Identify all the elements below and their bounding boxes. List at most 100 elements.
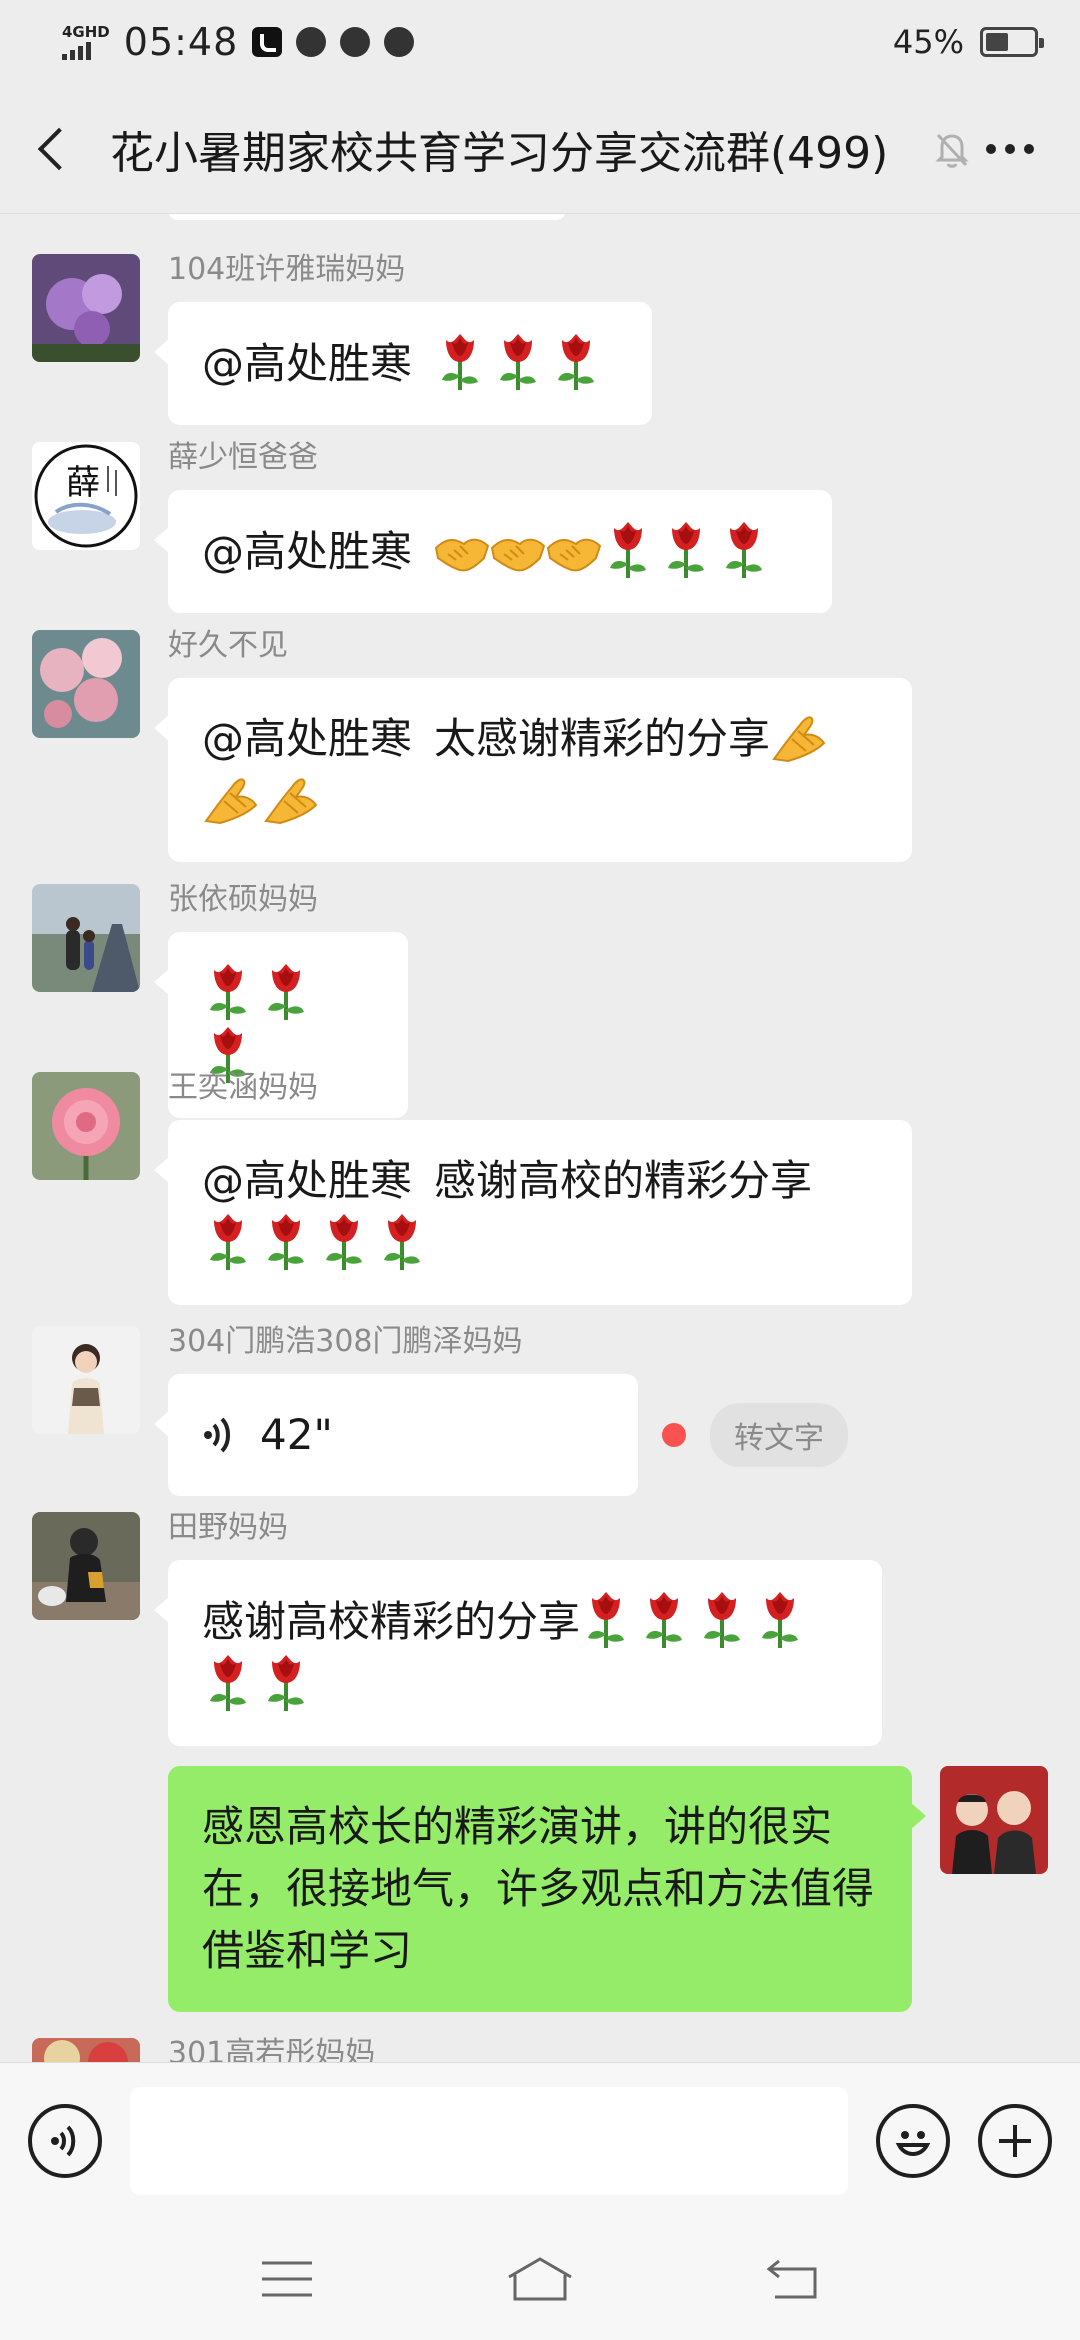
network-label: 4GHD (62, 22, 110, 41)
cloud-icon (384, 27, 415, 57)
rose-icon (718, 520, 770, 580)
message-item: 304门鹏浩308门鹏泽妈妈 42" 转文字 (32, 1326, 848, 1496)
avatar[interactable]: 薛 (32, 442, 140, 550)
input-bar (0, 2062, 1080, 2218)
praying-hands-icon (262, 773, 320, 825)
sender-name: 好久不见 (168, 628, 288, 663)
message-item: 王奕涵妈妈 @高处胜寒 感谢高校的精彩分享 (32, 1072, 912, 1305)
message-input[interactable] (130, 2086, 848, 2195)
sender-name: 301高若彤妈妈 (168, 2036, 376, 2063)
mention-text: @高处胜寒 (202, 1156, 413, 1205)
mute-bell-icon (930, 127, 974, 171)
rose-icon (434, 332, 486, 392)
avatar[interactable] (32, 1512, 140, 1620)
message-bubble[interactable]: @高处胜寒 (154, 302, 652, 425)
my-avatar[interactable] (940, 1766, 1048, 1874)
voice-input-button[interactable] (28, 2103, 102, 2178)
chat-header: 花小暑期家校共育学习分享交流群(499) (0, 84, 1080, 214)
status-bar: 4GHD 05:48 45% (0, 0, 1080, 84)
avatar[interactable] (32, 254, 140, 362)
rose-icon (638, 1590, 690, 1650)
chat-title: 花小暑期家校共育学习分享交流群(499) (110, 127, 889, 179)
sender-name: 田野妈妈 (168, 1510, 288, 1545)
avatar[interactable] (32, 1326, 140, 1434)
rose-icon (202, 1212, 254, 1272)
message-text: 感恩高校长的精彩演讲，讲的很实在，很接地气，许多观点和方法值得借鉴和学习 (202, 1802, 875, 1975)
message-item: 薛 薛少恒爸爸 @高处胜寒 (32, 442, 832, 613)
message-item: 好久不见 @高处胜寒 太感谢精彩的分享 (32, 630, 912, 862)
message-list[interactable]: 104班许雅瑞妈妈 @高处胜寒 薛 薛少恒爸爸 @高处胜寒 好久不见 @高处胜寒… (0, 214, 1080, 2062)
message-text: 太感谢精彩的分享 (434, 714, 771, 763)
voice-duration: 42" (260, 1410, 333, 1459)
rose-icon (202, 1653, 254, 1713)
praying-hands-icon (202, 773, 260, 825)
message-text: 感谢高校的精彩分享 (434, 1156, 813, 1205)
system-nav-bar (0, 2218, 1080, 2340)
voice-wave-icon (51, 2125, 76, 2156)
rose-icon (660, 520, 712, 580)
my-message-item: 感恩高校长的精彩演讲，讲的很实在，很接地气，许多观点和方法值得借鉴和学习 (168, 1766, 1048, 2012)
rose-icon (754, 1590, 806, 1650)
mention-text: @高处胜寒 (202, 339, 413, 388)
message-bubble[interactable]: @高处胜寒 感谢高校的精彩分享 (154, 1120, 912, 1305)
rose-icon (550, 332, 602, 392)
my-message-bubble[interactable]: 感恩高校长的精彩演讲，讲的很实在，很接地气，许多观点和方法值得借鉴和学习 (168, 1766, 926, 2012)
rose-icon (318, 1212, 370, 1272)
menu-button[interactable] (242, 2249, 332, 2309)
message-bubble[interactable]: @高处胜寒 (154, 490, 832, 613)
sender-name: 王奕涵妈妈 (168, 1070, 318, 1105)
voice-wave-icon (204, 1417, 230, 1453)
message-bubble[interactable]: 感谢高校精彩的分享 (154, 1560, 882, 1746)
return-icon (766, 2259, 817, 2299)
handshake-icon (490, 530, 546, 574)
sender-name: 张依硕妈妈 (168, 882, 318, 917)
home-icon (508, 2257, 572, 2301)
battery-icon (980, 27, 1044, 57)
more-functions-button[interactable] (978, 2103, 1052, 2178)
sender-name: 104班许雅瑞妈妈 (168, 252, 406, 287)
mention-text: @高处胜寒 (202, 527, 413, 576)
sender-name: 304门鹏浩308门鹏泽妈妈 (168, 1324, 523, 1359)
avatar-calligraphy: 薛 (66, 463, 100, 503)
menu-icon (261, 2261, 312, 2297)
chevron-left-icon (37, 127, 81, 170)
rose-icon (260, 962, 312, 1022)
plus-icon (999, 2124, 1031, 2157)
rose-icon (492, 332, 544, 392)
message-item: 301高若彤妈妈 (32, 2038, 375, 2062)
back-button[interactable] (0, 84, 110, 214)
emoji-button[interactable] (876, 2103, 950, 2178)
unread-dot (662, 1423, 686, 1447)
smiley-icon (895, 2130, 931, 2156)
status-time: 05:48 (123, 20, 239, 64)
handshake-icon (434, 530, 490, 574)
avatar[interactable] (32, 2038, 140, 2062)
rose-icon (376, 1212, 428, 1272)
rose-icon (580, 1590, 632, 1650)
home-button[interactable] (495, 2249, 585, 2309)
rose-icon (260, 1653, 312, 1713)
rose-icon (696, 1590, 748, 1650)
message-item: 104班许雅瑞妈妈 @高处胜寒 (32, 254, 652, 425)
praying-hands-icon (770, 711, 828, 763)
sender-name: 薛少恒爸爸 (168, 440, 318, 475)
message-text: 感谢高校精彩的分享 (202, 1597, 581, 1646)
rose-icon (202, 962, 254, 1022)
mention-text: @高处胜寒 (202, 714, 413, 763)
back-nav-button[interactable] (748, 2249, 838, 2309)
message-icon (340, 27, 371, 57)
battery-percent: 45% (892, 23, 964, 61)
notification-icon (296, 27, 327, 57)
signal-icon (62, 40, 91, 60)
avatar[interactable] (32, 630, 140, 738)
rose-icon (602, 520, 654, 580)
avatar[interactable] (32, 884, 140, 992)
more-options-button[interactable] (986, 143, 1066, 154)
convert-to-text-button[interactable]: 转文字 (710, 1403, 848, 1467)
message-bubble[interactable]: @高处胜寒 太感谢精彩的分享 (154, 678, 912, 862)
avatar[interactable] (32, 1072, 140, 1180)
voice-message-bubble[interactable]: 42" (154, 1374, 638, 1496)
tiktok-icon (252, 27, 283, 57)
network-indicator: 4GHD (62, 22, 110, 60)
previous-message-bubble (168, 214, 566, 220)
